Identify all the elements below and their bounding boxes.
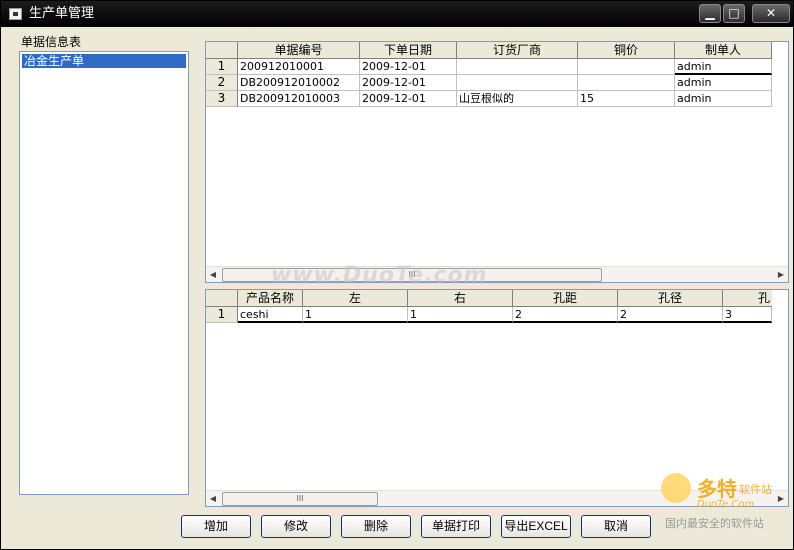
window-title: 生产单管理 [29,6,95,21]
row-number: 3 [206,91,238,107]
table-cell[interactable]: admin [675,91,772,107]
table-cell[interactable]: DB200912010002 [238,75,360,91]
table-cell[interactable]: admin [675,59,772,75]
column-header[interactable]: 订货厂商 [457,42,578,58]
edit-button[interactable]: 修改 [261,515,331,538]
logo-tagline: 国内最安全的软件站 [665,517,764,530]
table-cell[interactable]: DB200912010003 [238,91,360,107]
column-header[interactable]: 孔 [723,290,772,306]
column-header[interactable]: 下单日期 [360,42,457,58]
scroll-left-icon[interactable]: ◀ [206,492,220,506]
table-row[interactable]: 2 DB200912010002 2009-12-01 admin [206,75,772,91]
table-cell[interactable] [457,59,578,75]
site-logo: 多特 软件站 DuoTe.Com 国内最安全的软件站 [661,471,791,531]
cancel-button[interactable]: 取消 [581,515,651,538]
order-grid[interactable]: 单据编号 下单日期 订货厂商 铜价 制单人 1 200912010001 200… [205,41,789,283]
scroll-thumb[interactable]: III [222,492,378,506]
table-cell[interactable]: 2009-12-01 [360,75,457,91]
table-cell[interactable]: 山豆根似的 [457,91,578,107]
export-excel-button[interactable]: 导出EXCEL [501,515,571,538]
table-cell[interactable] [457,75,578,91]
minimize-button[interactable]: ▁ [699,4,721,23]
close-button[interactable]: ✕ [752,4,790,23]
product-grid-header: 产品名称 左 右 孔距 孔径 孔 [206,290,772,307]
row-number: 2 [206,75,238,91]
logo-sub-text: 软件站 [739,483,772,496]
document-info-group: 单据信息表 冶金生产单 [15,35,195,500]
app-window: 生产单管理 ▁ □ ✕ 单据信息表 冶金生产单 单据编号 下单日期 订货厂商 铜… [0,0,794,550]
table-row[interactable]: 3 DB200912010003 2009-12-01 山豆根似的 15 adm… [206,91,772,107]
row-number: 1 [206,307,238,323]
table-cell[interactable] [578,75,675,91]
column-header[interactable]: 制单人 [675,42,772,58]
add-button[interactable]: 增加 [181,515,251,538]
scroll-right-icon[interactable]: ▶ [774,268,788,282]
column-header[interactable]: 孔径 [618,290,723,306]
table-cell[interactable]: 1 [303,307,408,323]
table-cell[interactable] [578,59,675,75]
table-cell[interactable]: 3 [723,307,772,323]
app-icon [9,8,22,20]
table-row[interactable]: 1 ceshi 1 1 2 2 3 [206,307,772,323]
column-header[interactable]: 孔距 [513,290,618,306]
table-cell[interactable]: 2009-12-01 [360,91,457,107]
document-type-list[interactable]: 冶金生产单 [19,51,189,495]
row-number-header [206,290,238,306]
order-grid-header: 单据编号 下单日期 订货厂商 铜价 制单人 [206,42,772,59]
mascot-icon [661,473,691,503]
column-header[interactable]: 铜价 [578,42,675,58]
table-cell[interactable]: 200912010001 [238,59,360,75]
column-header[interactable]: 单据编号 [238,42,360,58]
watermark-text: www.DuoTe.com [271,263,488,288]
print-button[interactable]: 单据打印 [421,515,491,538]
table-cell[interactable]: 15 [578,91,675,107]
row-number: 1 [206,59,238,75]
delete-button[interactable]: 删除 [341,515,411,538]
scroll-left-icon[interactable]: ◀ [206,268,220,282]
column-header[interactable]: 产品名称 [238,290,303,306]
column-header[interactable]: 左 [303,290,408,306]
table-cell[interactable]: 2 [618,307,723,323]
table-row[interactable]: 1 200912010001 2009-12-01 admin [206,59,772,75]
document-info-label: 单据信息表 [21,35,82,49]
list-item-metallurgy-order[interactable]: 冶金生产单 [22,54,186,68]
row-number-header [206,42,238,58]
table-cell[interactable]: ceshi [238,307,303,323]
table-cell[interactable]: admin [675,75,772,91]
column-header[interactable]: 右 [408,290,513,306]
logo-main-text: 多特 [697,477,737,501]
table-cell[interactable]: 1 [408,307,513,323]
title-bar: 生产单管理 ▁ □ ✕ [1,1,793,27]
table-cell[interactable]: 2 [513,307,618,323]
table-cell[interactable]: 2009-12-01 [360,59,457,75]
logo-url-text: DuoTe.Com [697,499,755,510]
maximize-button[interactable]: □ [723,4,745,23]
